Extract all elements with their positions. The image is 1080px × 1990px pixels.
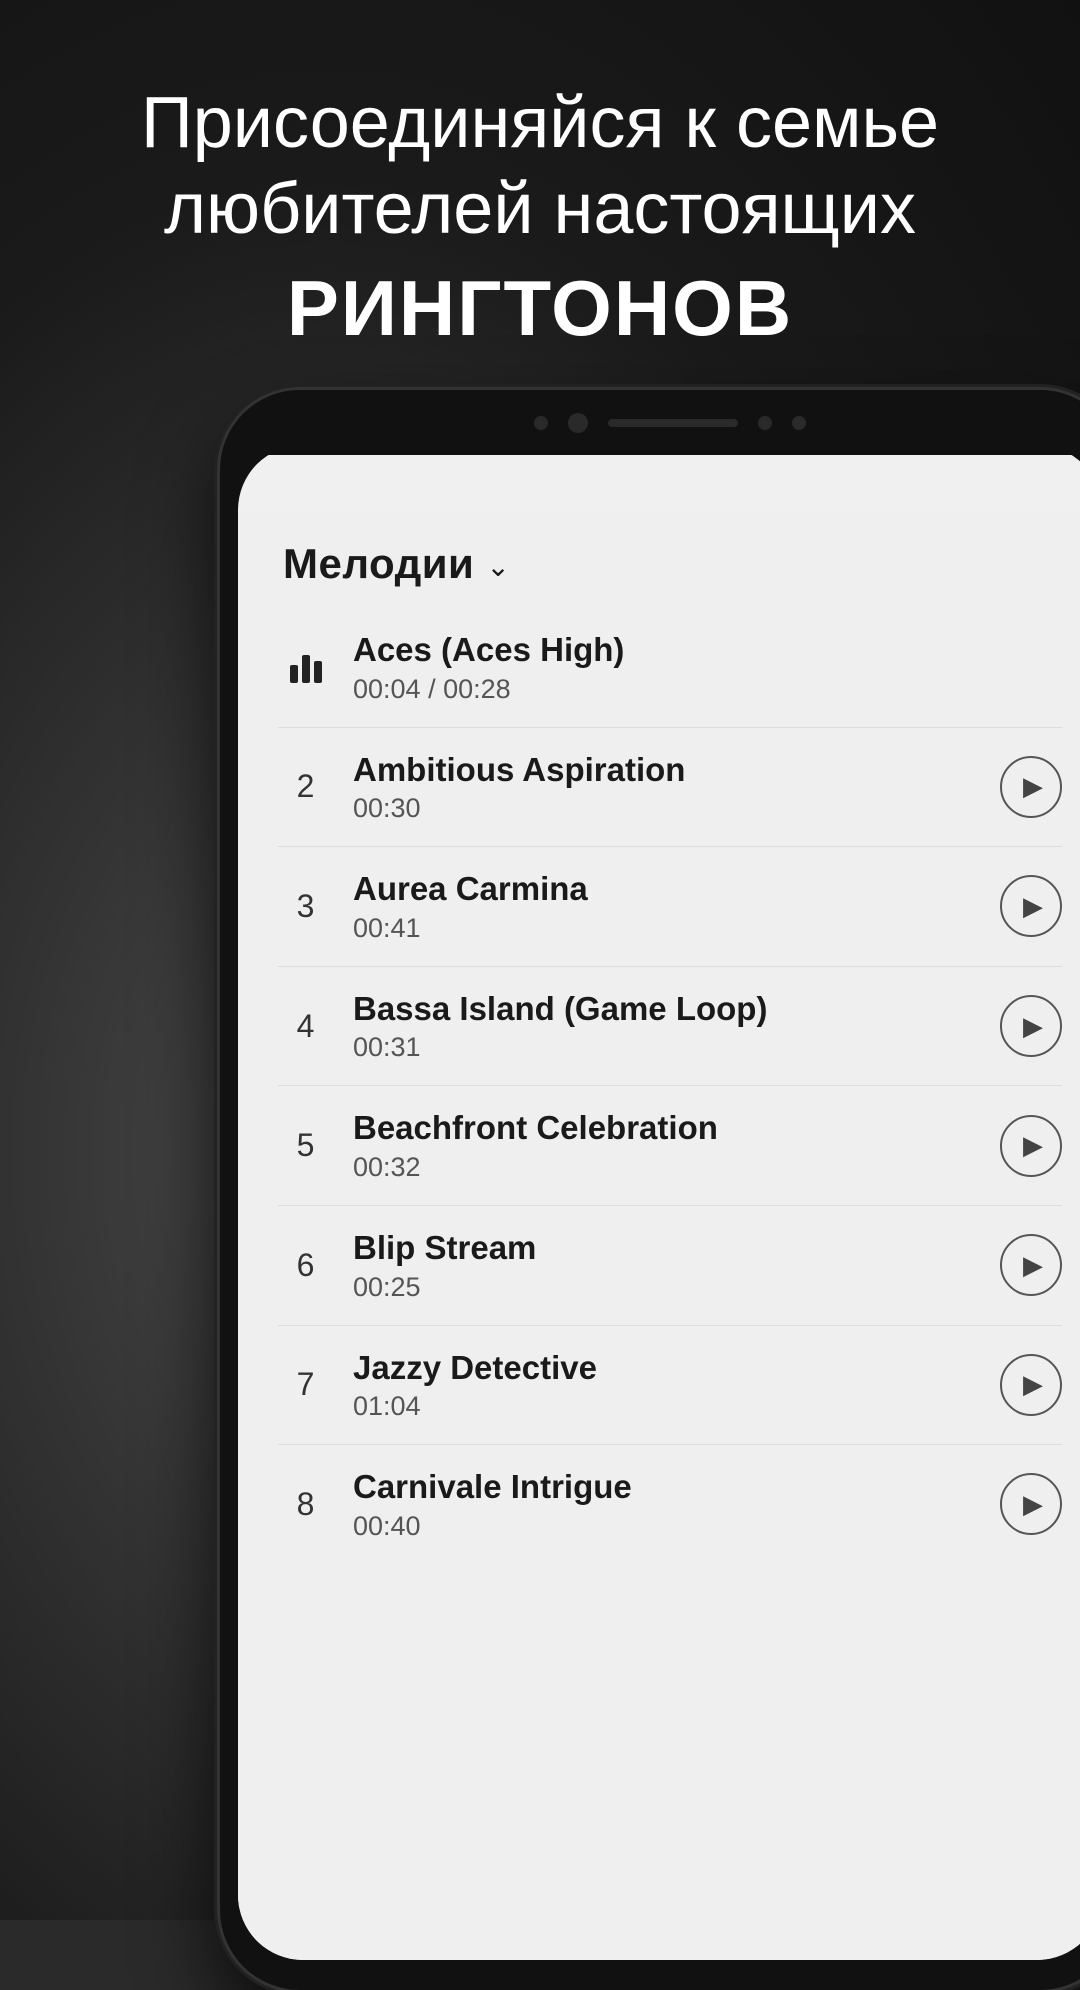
play-icon-6: ▶ [1023,1250,1043,1281]
track-info-4: Bassa Island (Game Loop) 00:31 [353,989,1000,1064]
speaker-bar [608,419,738,427]
play-icon-2: ▶ [1023,771,1043,802]
camera-dot-left [534,416,548,430]
track-name-3: Aurea Carmina [353,869,1000,909]
track-name-2: Ambitious Aspiration [353,750,1000,790]
track-duration-2: 00:30 [353,793,1000,824]
track-number-5: 5 [278,1127,333,1164]
track-info-6: Blip Stream 00:25 [353,1228,1000,1303]
track-number-6: 6 [278,1247,333,1284]
track-duration-7: 01:04 [353,1391,1000,1422]
track-info-7: Jazzy Detective 01:04 [353,1348,1000,1423]
track-item[interactable]: 2 Ambitious Aspiration 00:30 ▶ [278,728,1062,848]
header-section: Присоединяйся к семье любителей настоящи… [0,80,1080,354]
phone-screen: Мелодии ⌄ Aces (Aces High) 00:04 / 00:28 [238,445,1080,1960]
track-name-8: Carnivale Intrigue [353,1467,1000,1507]
camera-dot-right [758,416,772,430]
track-info-8: Carnivale Intrigue 00:40 [353,1467,1000,1542]
play-button-3[interactable]: ▶ [1000,875,1062,937]
track-info-3: Aurea Carmina 00:41 [353,869,1000,944]
camera-dot-far-right [792,416,806,430]
play-button-2[interactable]: ▶ [1000,756,1062,818]
app-header[interactable]: Мелодии ⌄ [238,510,1080,608]
track-info-1: Aces (Aces High) 00:04 / 00:28 [353,630,1062,705]
track-info-5: Beachfront Celebration 00:32 [353,1108,1000,1183]
header-line2: любителей настоящих [60,166,1020,252]
track-name-5: Beachfront Celebration [353,1108,1000,1148]
track-duration-5: 00:32 [353,1152,1000,1183]
play-button-4[interactable]: ▶ [1000,995,1062,1057]
chevron-down-icon[interactable]: ⌄ [486,550,509,583]
track-duration-8: 00:40 [353,1511,1000,1542]
play-icon-5: ▶ [1023,1130,1043,1161]
play-button-7[interactable]: ▶ [1000,1354,1062,1416]
track-number-7: 7 [278,1366,333,1403]
track-name-1: Aces (Aces High) [353,630,1062,670]
track-item[interactable]: 5 Beachfront Celebration 00:32 ▶ [278,1086,1062,1206]
track-info-2: Ambitious Aspiration 00:30 [353,750,1000,825]
track-duration-3: 00:41 [353,913,1000,944]
phone-notch [220,390,1080,455]
equalizer-icon [290,651,322,683]
track-list: Aces (Aces High) 00:04 / 00:28 2 Ambitio… [238,608,1080,1564]
header-line1: Присоединяйся к семье [60,80,1020,166]
play-icon-4: ▶ [1023,1011,1043,1042]
track-name-7: Jazzy Detective [353,1348,1000,1388]
play-icon-7: ▶ [1023,1369,1043,1400]
track-item[interactable]: 4 Bassa Island (Game Loop) 00:31 ▶ [278,967,1062,1087]
track-number-8: 8 [278,1486,333,1523]
play-icon-8: ▶ [1023,1489,1043,1520]
play-icon-3: ▶ [1023,891,1043,922]
track-number-playing [278,651,333,683]
section-title: Мелодии [283,540,474,588]
track-duration-1: 00:04 / 00:28 [353,674,1062,705]
track-number-2: 2 [278,768,333,805]
track-item[interactable]: 8 Carnivale Intrigue 00:40 ▶ [278,1445,1062,1564]
track-name-6: Blip Stream [353,1228,1000,1268]
header-line3: РИНГТОНОВ [60,263,1020,354]
track-duration-4: 00:31 [353,1032,1000,1063]
play-button-8[interactable]: ▶ [1000,1473,1062,1535]
phone-frame: Мелодии ⌄ Aces (Aces High) 00:04 / 00:28 [220,390,1080,1990]
play-button-6[interactable]: ▶ [1000,1234,1062,1296]
track-item[interactable]: 6 Blip Stream 00:25 ▶ [278,1206,1062,1326]
track-name-4: Bassa Island (Game Loop) [353,989,1000,1029]
camera-dot-main [568,413,588,433]
track-item[interactable]: 3 Aurea Carmina 00:41 ▶ [278,847,1062,967]
track-number-4: 4 [278,1008,333,1045]
app-content: Мелодии ⌄ Aces (Aces High) 00:04 / 00:28 [238,510,1080,1960]
track-item[interactable]: 7 Jazzy Detective 01:04 ▶ [278,1326,1062,1446]
track-duration-6: 00:25 [353,1272,1000,1303]
play-button-5[interactable]: ▶ [1000,1115,1062,1177]
track-number-3: 3 [278,888,333,925]
track-item[interactable]: Aces (Aces High) 00:04 / 00:28 [278,608,1062,728]
